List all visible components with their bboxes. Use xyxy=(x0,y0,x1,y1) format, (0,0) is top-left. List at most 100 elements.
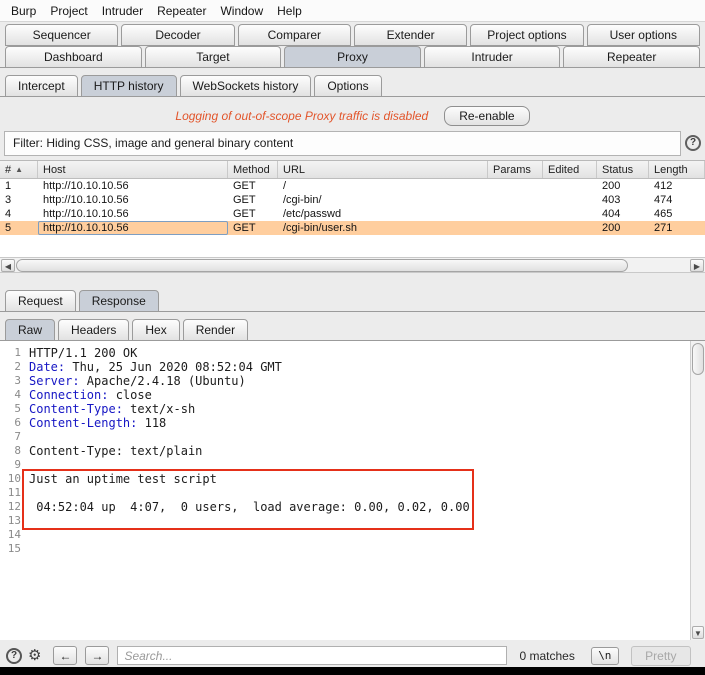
column-header-length[interactable]: Length xyxy=(649,161,705,178)
response-viewer[interactable]: 1 2 3 4 5 6 7 8 9 10 11 12 13 14 15 HTTP/1.1 200 OK Dat… xyxy=(0,341,705,640)
re-enable-button[interactable]: Re-enable xyxy=(444,106,530,126)
column-label: # xyxy=(5,163,12,176)
tab-sequencer[interactable]: Sequencer xyxy=(5,24,119,46)
scroll-down-icon[interactable]: ▼ xyxy=(692,626,704,639)
gear-icon[interactable]: ⚙ xyxy=(28,647,41,664)
window-edge xyxy=(0,667,705,675)
line-number: 4 xyxy=(14,388,21,401)
column-label: Edited xyxy=(548,163,580,176)
tab-project-options[interactable]: Project options xyxy=(470,24,584,46)
cell: 1 xyxy=(5,180,12,192)
line-number: 1 xyxy=(14,346,21,359)
vertical-scrollbar[interactable]: ▼ xyxy=(690,341,705,640)
tab-comparer[interactable]: Comparer xyxy=(237,24,351,46)
tab-intruder[interactable]: Intruder xyxy=(423,46,561,68)
main-tabs-row2: Dashboard Target Proxy Intruder Repeater xyxy=(5,46,700,68)
tab-raw[interactable]: Raw xyxy=(5,319,56,341)
match-count: 0 matches xyxy=(519,648,575,663)
column-label: Length xyxy=(654,163,688,176)
tab-hex[interactable]: Hex xyxy=(132,319,180,341)
scroll-right-icon[interactable]: ▶ xyxy=(690,259,704,272)
table-row[interactable]: 5 http://10.10.10.56 GET/cgi-bin/user.sh 20… xyxy=(0,221,705,235)
next-match-button[interactable]: → xyxy=(85,646,110,665)
line-number: 11 xyxy=(7,486,21,499)
code-line: Date: Thu, 25 Jun 2020 08:52:04 GMT xyxy=(29,360,470,374)
cell: http://10.10.10.56 xyxy=(43,180,129,192)
horizontal-scrollbar[interactable]: ◀ ▶ xyxy=(0,257,705,273)
code-line: Content-Type: text/plain xyxy=(29,444,470,458)
line-number: 15 xyxy=(7,542,21,555)
column-header-status[interactable]: Status xyxy=(597,161,649,178)
search-input[interactable] xyxy=(117,646,508,665)
main-tabs-row1: Sequencer Decoder Comparer Extender Project … xyxy=(5,24,700,46)
message-tabs: Request Response xyxy=(5,290,159,312)
tab-repeater[interactable]: Repeater xyxy=(563,46,700,68)
plain-text: Just an uptime test script xyxy=(29,472,217,486)
code-line: 04:52:04 up 4:07, 0 users, load average:… xyxy=(29,500,469,514)
table-row[interactable]: 1 http://10.10.10.56 GET / 200 412 xyxy=(0,179,705,193)
tab-target[interactable]: Target xyxy=(144,46,282,68)
column-header-edited[interactable]: Edited xyxy=(543,161,597,178)
line-number: 7 xyxy=(14,430,21,443)
column-header-host[interactable]: Host xyxy=(38,161,228,178)
tab-dashboard[interactable]: Dashboard xyxy=(5,46,142,68)
cell: 465 xyxy=(654,208,673,220)
help-icon[interactable]: ? xyxy=(6,647,22,664)
menu-item-window[interactable]: Window xyxy=(213,1,270,21)
column-header-method[interactable]: Method xyxy=(228,161,278,178)
header-name-text: Date: xyxy=(29,360,66,374)
menu-item-help[interactable]: Help xyxy=(270,1,309,21)
menu-item-repeater[interactable]: Repeater xyxy=(150,1,213,21)
tab-response[interactable]: Response xyxy=(78,290,159,312)
filter-text: Filter: Hiding CSS, image and general bi… xyxy=(13,136,294,150)
menu-item-burp[interactable]: Burp xyxy=(4,1,43,21)
cell: 403 xyxy=(602,194,621,206)
menu-bar: Burp Project Intruder Repeater Window Help xyxy=(0,0,705,22)
table-row[interactable]: 3 http://10.10.10.56 GET/cgi-bin/403 474 xyxy=(0,193,705,207)
tab-http-history[interactable]: HTTP history xyxy=(80,75,177,97)
tab-decoder[interactable]: Decoder xyxy=(121,24,235,46)
tab-extender[interactable]: Extender xyxy=(353,24,468,46)
view-tabs: Raw Headers Hex Render xyxy=(5,319,249,341)
cell: 4 xyxy=(5,208,12,220)
table-row[interactable]: 4 http://10.10.10.56 GET/etc/passwd 404 465 xyxy=(0,207,705,221)
code-line: Content-Length: 118 xyxy=(29,416,470,430)
line-number: 13 xyxy=(7,514,21,527)
tab-headers[interactable]: Headers xyxy=(58,319,130,341)
plain-text: close xyxy=(108,388,152,402)
newline-toggle-button[interactable]: \n xyxy=(590,646,619,665)
cell xyxy=(488,221,543,235)
scroll-left-icon[interactable]: ◀ xyxy=(1,259,15,272)
tab-options[interactable]: Options xyxy=(314,75,382,97)
help-icon[interactable]: ? xyxy=(685,135,701,151)
pretty-button[interactable]: Pretty xyxy=(630,645,691,666)
cell: 412 xyxy=(654,180,673,192)
column-header-num[interactable]: # ▲ xyxy=(0,161,38,178)
column-header-url[interactable]: URL xyxy=(278,161,488,178)
scrollbar-thumb[interactable] xyxy=(16,259,628,272)
column-label: Params xyxy=(493,163,531,176)
line-number: 5 xyxy=(14,402,21,415)
tab-user-options[interactable]: User options xyxy=(586,24,700,46)
filter-bar[interactable]: Filter: Hiding CSS, image and general bi… xyxy=(4,131,681,156)
previous-match-button[interactable]: ← xyxy=(53,646,78,665)
column-header-params[interactable]: Params xyxy=(488,161,543,178)
menu-item-intruder[interactable]: Intruder xyxy=(95,1,150,21)
proxy-subtabs: Intercept HTTP history WebSockets history O… xyxy=(5,75,382,97)
cell: http://10.10.10.56 xyxy=(43,208,129,220)
menu-item-project[interactable]: Project xyxy=(43,1,94,21)
column-label: Status xyxy=(602,163,634,176)
header-name-text: Content-Length: xyxy=(29,416,138,430)
scrollbar-thumb[interactable] xyxy=(692,343,704,375)
tab-request[interactable]: Request xyxy=(5,290,76,312)
tab-render[interactable]: Render xyxy=(182,319,249,341)
http-history-table: # ▲ Host Method URL Params Edited Status Length … xyxy=(0,160,705,257)
cell: /etc/passwd xyxy=(283,208,342,220)
tab-websockets-history[interactable]: WebSockets history xyxy=(179,75,312,97)
tab-intercept[interactable]: Intercept xyxy=(5,75,78,97)
tab-proxy[interactable]: Proxy xyxy=(284,46,421,68)
history-header-row: # ▲ Host Method URL Params Edited Status Length xyxy=(0,161,705,179)
